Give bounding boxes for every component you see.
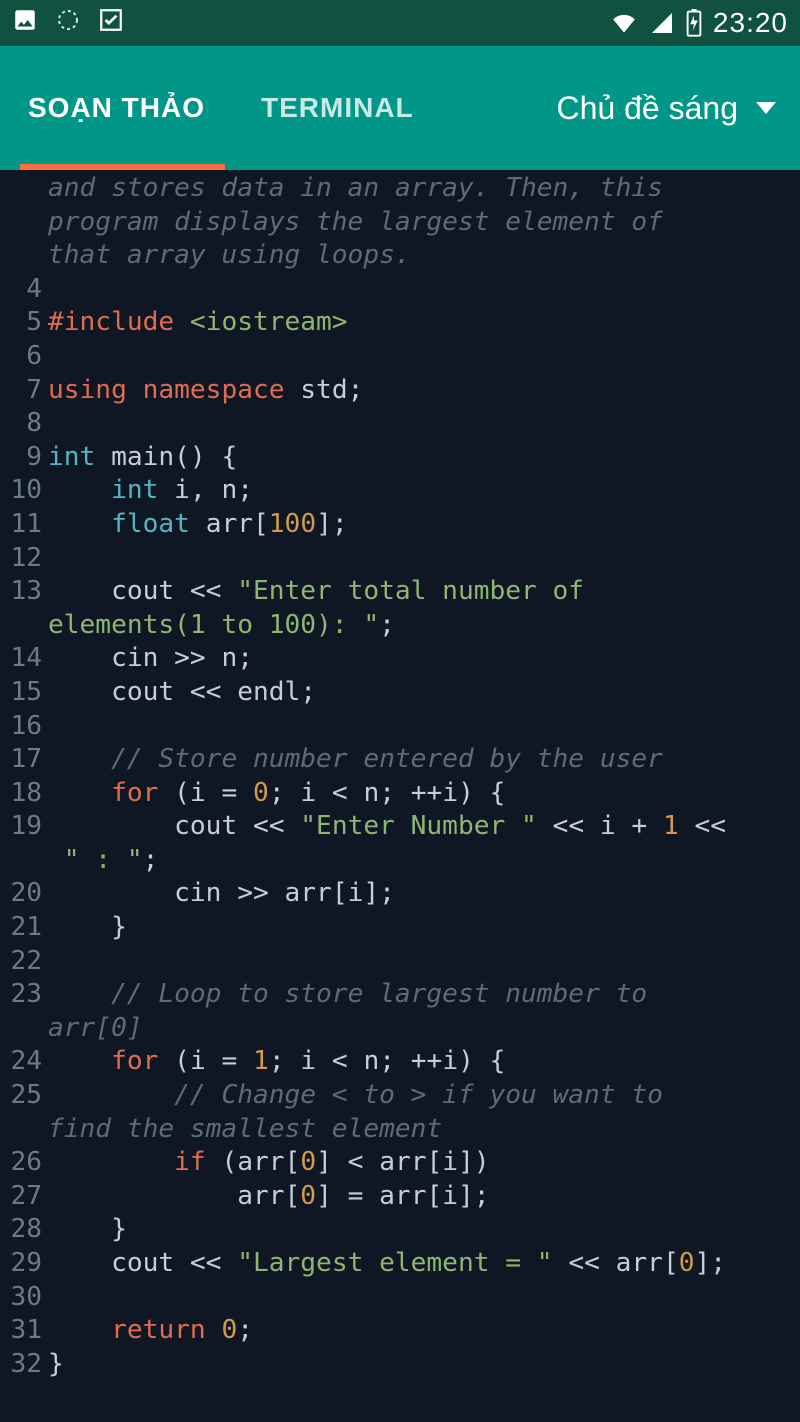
code-line[interactable]: and stores data in an array. Then, this — [48, 172, 800, 206]
tab-terminal[interactable]: TERMINAL — [233, 46, 442, 170]
theme-label: Chủ đề sáng — [557, 90, 738, 127]
code-line[interactable] — [48, 945, 800, 979]
code-line[interactable]: for (i = 0; i < n; ++i) { — [48, 777, 800, 811]
code-editor[interactable]: ...45678910111213.141516171819.20212223.… — [0, 170, 800, 1422]
clock-text: 23:20 — [713, 7, 788, 39]
code-line[interactable]: } — [48, 911, 800, 945]
battery-icon — [685, 9, 703, 37]
chevron-down-icon — [756, 102, 776, 114]
wifi-icon — [609, 11, 639, 35]
code-line[interactable]: arr[0] = arr[i]; — [48, 1180, 800, 1214]
code-line[interactable]: cout << "Largest element = " << arr[0]; — [48, 1247, 800, 1281]
line-number-gutter: ...45678910111213.141516171819.20212223.… — [0, 170, 48, 1422]
code-line[interactable]: cin >> arr[i]; — [48, 877, 800, 911]
code-line[interactable] — [48, 273, 800, 307]
code-line[interactable]: " : "; — [48, 844, 800, 878]
code-line[interactable] — [48, 710, 800, 744]
toolbar: SOẠN THẢO TERMINAL Chủ đề sáng — [0, 46, 800, 170]
code-line[interactable] — [48, 1281, 800, 1315]
code-line[interactable] — [48, 340, 800, 374]
code-line[interactable]: program displays the largest element of — [48, 206, 800, 240]
code-line[interactable]: int main() { — [48, 441, 800, 475]
code-line[interactable]: // Change < to > if you want to — [48, 1079, 800, 1113]
code-line[interactable]: that array using loops. — [48, 239, 800, 273]
check-icon — [98, 7, 124, 40]
code-line[interactable]: cout << endl; — [48, 676, 800, 710]
code-area[interactable]: and stores data in an array. Then, this … — [48, 170, 800, 1422]
code-line[interactable]: elements(1 to 100): "; — [48, 609, 800, 643]
code-line[interactable]: // Loop to store largest number to — [48, 978, 800, 1012]
code-line[interactable]: cout << "Enter Number " << i + 1 << — [48, 810, 800, 844]
code-line[interactable]: arr[0] — [48, 1012, 800, 1046]
code-line[interactable]: if (arr[0] < arr[i]) — [48, 1146, 800, 1180]
status-left-icons — [12, 7, 124, 40]
code-line[interactable]: return 0; — [48, 1314, 800, 1348]
signal-icon — [649, 11, 675, 35]
code-line[interactable]: using namespace std; — [48, 374, 800, 408]
tab-terminal-label: TERMINAL — [261, 92, 414, 124]
code-line[interactable]: } — [48, 1348, 800, 1382]
tab-editor-label: SOẠN THẢO — [28, 92, 205, 124]
code-line[interactable]: for (i = 1; i < n; ++i) { — [48, 1045, 800, 1079]
code-line[interactable]: int i, n; — [48, 474, 800, 508]
code-line[interactable]: // Store number entered by the user — [48, 743, 800, 777]
code-line[interactable]: cin >> n; — [48, 642, 800, 676]
code-line[interactable]: find the smallest element — [48, 1113, 800, 1147]
code-line[interactable]: cout << "Enter total number of — [48, 575, 800, 609]
code-line[interactable] — [48, 407, 800, 441]
tab-editor[interactable]: SOẠN THẢO — [0, 46, 233, 170]
code-line[interactable]: #include <iostream> — [48, 306, 800, 340]
image-icon — [12, 7, 38, 40]
code-line[interactable]: float arr[100]; — [48, 508, 800, 542]
code-line[interactable]: } — [48, 1213, 800, 1247]
status-bar: 23:20 — [0, 0, 800, 46]
theme-dropdown[interactable]: Chủ đề sáng — [547, 46, 800, 170]
loading-icon — [56, 7, 80, 39]
status-right-icons: 23:20 — [609, 7, 788, 39]
code-line[interactable] — [48, 542, 800, 576]
